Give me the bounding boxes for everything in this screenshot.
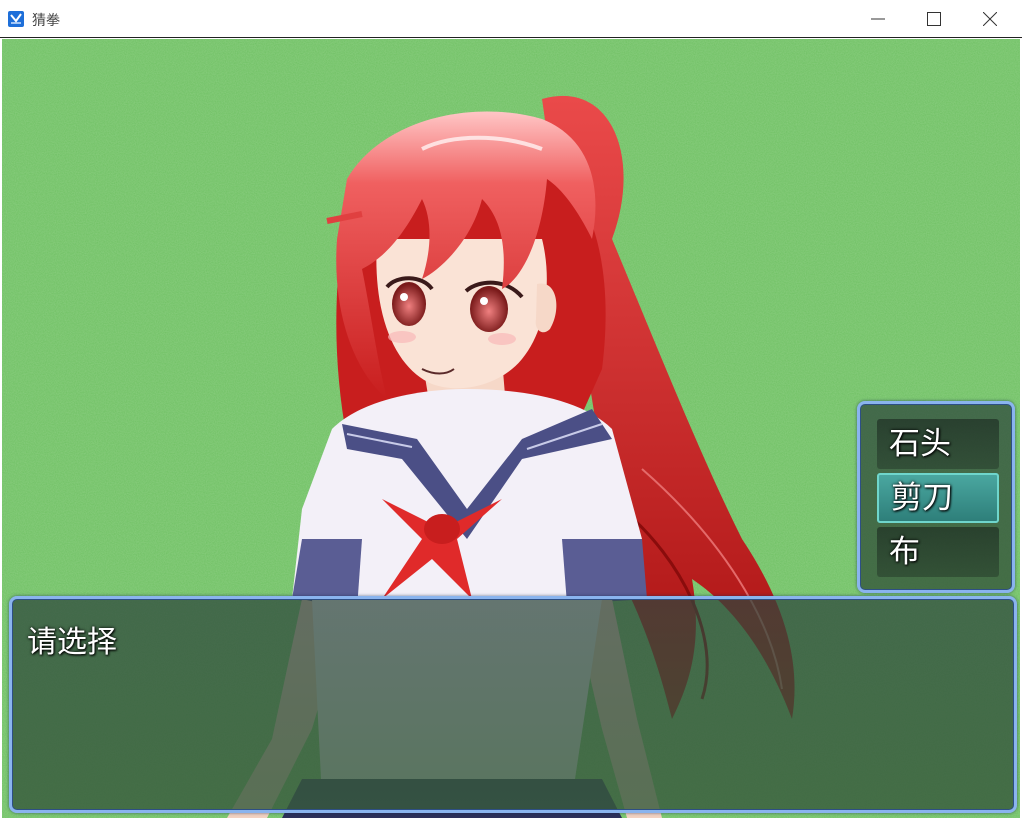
minimize-button[interactable] (850, 0, 906, 37)
maximize-icon (927, 12, 941, 26)
maximize-button[interactable] (906, 0, 962, 37)
choice-scissors[interactable]: 剪刀 (877, 473, 999, 523)
choice-rock-label: 石头 (889, 426, 951, 462)
choice-paper-label: 布 (889, 534, 920, 570)
choice-window: 石头 剪刀 布 (857, 401, 1015, 593)
close-icon (983, 12, 997, 26)
close-button[interactable] (962, 0, 1018, 37)
app-icon (8, 11, 24, 27)
window-title: 猜拳 (32, 13, 60, 29)
message-window[interactable]: 请选择 (9, 596, 1017, 813)
game-canvas[interactable]: 石头 剪刀 布 请选择 (2, 39, 1020, 818)
choice-paper[interactable]: 布 (877, 527, 999, 577)
choice-rock[interactable]: 石头 (877, 419, 999, 469)
title-bar: 猜拳 (0, 0, 1022, 38)
message-text: 请选择 (27, 625, 117, 660)
choice-scissors-label: 剪刀 (891, 480, 953, 516)
minimize-icon (871, 18, 885, 20)
